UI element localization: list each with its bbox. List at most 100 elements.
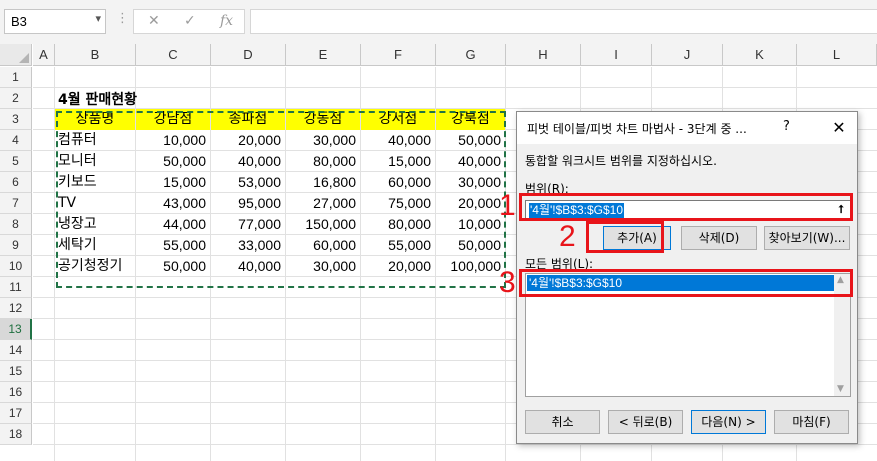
table-cell[interactable]: 100,000 bbox=[436, 256, 505, 277]
table-cell[interactable]: 키보드 bbox=[55, 172, 135, 193]
add-button[interactable]: 추가(A) bbox=[603, 226, 671, 250]
table-cell[interactable]: 송파점 bbox=[211, 109, 285, 130]
row-header[interactable]: 17 bbox=[0, 403, 32, 424]
table-cell[interactable]: 27,000 bbox=[286, 193, 360, 214]
table-cell[interactable]: 10,000 bbox=[136, 130, 210, 151]
table-cell[interactable]: 20,000 bbox=[361, 256, 435, 277]
table-cell[interactable]: 강북점 bbox=[436, 109, 505, 130]
row-header[interactable]: 11 bbox=[0, 277, 32, 298]
row-header[interactable]: 3 bbox=[0, 109, 32, 130]
table-cell[interactable]: 10,000 bbox=[436, 214, 505, 235]
row-header[interactable]: 16 bbox=[0, 382, 32, 403]
help-icon[interactable]: ? bbox=[783, 119, 790, 134]
table-cell[interactable]: 50,000 bbox=[436, 130, 505, 151]
row-header[interactable]: 6 bbox=[0, 172, 32, 193]
column-header[interactable]: B bbox=[55, 44, 136, 66]
close-icon[interactable]: ✕ bbox=[827, 116, 851, 140]
list-item[interactable]: '4월'!$B$3:$G$10 bbox=[527, 275, 835, 291]
table-cell[interactable]: 모니터 bbox=[55, 151, 135, 172]
name-box[interactable]: B3 ▾ bbox=[4, 9, 106, 34]
column-header[interactable]: E bbox=[286, 44, 361, 66]
table-cell[interactable]: 20,000 bbox=[436, 193, 505, 214]
column-header[interactable]: J bbox=[652, 44, 723, 66]
table-cell[interactable]: 60,000 bbox=[286, 235, 360, 256]
table-cell[interactable]: 강서점 bbox=[361, 109, 435, 130]
row-header[interactable]: 14 bbox=[0, 340, 32, 361]
table-cell[interactable]: 20,000 bbox=[211, 130, 285, 151]
row-header[interactable]: 12 bbox=[0, 298, 32, 319]
column-header[interactable]: A bbox=[33, 44, 55, 66]
browse-button[interactable]: 찾아보기(W)... bbox=[764, 226, 850, 250]
column-header[interactable]: F bbox=[361, 44, 436, 66]
table-cell[interactable]: 50,000 bbox=[436, 235, 505, 256]
scroll-down-icon[interactable]: ▼ bbox=[837, 384, 844, 394]
row-header[interactable]: 8 bbox=[0, 214, 32, 235]
dialog-titlebar[interactable]: 피벗 테이블/피벗 차트 마법사 - 3단계 중 ... ? ✕ bbox=[517, 112, 857, 144]
next-button[interactable]: 다음(N) > bbox=[691, 410, 766, 434]
table-cell[interactable]: 60,000 bbox=[361, 172, 435, 193]
formula-input[interactable] bbox=[250, 9, 877, 34]
table-cell[interactable]: 44,000 bbox=[136, 214, 210, 235]
scrollbar[interactable]: ▲ ▼ bbox=[834, 274, 850, 396]
table-cell[interactable]: 컴퓨터 bbox=[55, 130, 135, 151]
table-cell[interactable]: 30,000 bbox=[286, 130, 360, 151]
column-header[interactable]: G bbox=[436, 44, 506, 66]
table-cell[interactable]: 150,000 bbox=[286, 214, 360, 235]
column-header[interactable]: I bbox=[581, 44, 652, 66]
row-header[interactable]: 7 bbox=[0, 193, 32, 214]
table-cell[interactable]: 40,000 bbox=[436, 151, 505, 172]
table-cell[interactable]: 15,000 bbox=[361, 151, 435, 172]
table-cell[interactable]: 33,000 bbox=[211, 235, 285, 256]
table-cell[interactable]: 80,000 bbox=[361, 214, 435, 235]
row-header[interactable]: 4 bbox=[0, 130, 32, 151]
scroll-up-icon[interactable]: ▲ bbox=[837, 275, 844, 285]
table-cell[interactable]: 30,000 bbox=[436, 172, 505, 193]
table-cell[interactable]: 40,000 bbox=[211, 256, 285, 277]
back-button[interactable]: < 뒤로(B) bbox=[608, 410, 683, 434]
column-header[interactable]: H bbox=[506, 44, 581, 66]
enter-icon[interactable]: ✓ bbox=[184, 13, 196, 29]
select-all-corner[interactable] bbox=[0, 44, 32, 66]
chevron-down-icon[interactable]: ▾ bbox=[95, 12, 101, 25]
table-cell[interactable]: 상품명 bbox=[55, 109, 135, 130]
table-cell[interactable]: 50,000 bbox=[136, 151, 210, 172]
table-cell[interactable]: 강남점 bbox=[136, 109, 210, 130]
row-header[interactable]: 10 bbox=[0, 256, 32, 277]
table-cell[interactable]: 40,000 bbox=[361, 130, 435, 151]
table-cell[interactable]: 세탁기 bbox=[55, 235, 135, 256]
cancel-icon[interactable]: ✕ bbox=[148, 13, 160, 29]
table-cell[interactable]: 53,000 bbox=[211, 172, 285, 193]
finish-button[interactable]: 마침(F) bbox=[774, 410, 849, 434]
table-cell[interactable]: 강동점 bbox=[286, 109, 360, 130]
table-cell[interactable]: TV bbox=[55, 193, 135, 214]
table-cell[interactable]: 43,000 bbox=[136, 193, 210, 214]
row-header[interactable]: 9 bbox=[0, 235, 32, 256]
table-cell[interactable]: 15,000 bbox=[136, 172, 210, 193]
column-header[interactable]: L bbox=[797, 44, 877, 66]
range-input[interactable]: '4월'!$B$3:$G$10 ⭡ bbox=[525, 200, 851, 220]
table-cell[interactable]: 95,000 bbox=[211, 193, 285, 214]
table-cell[interactable]: 40,000 bbox=[211, 151, 285, 172]
cancel-button[interactable]: 취소 bbox=[525, 410, 600, 434]
collapse-dialog-icon[interactable]: ⭡ bbox=[833, 202, 849, 218]
column-header[interactable]: C bbox=[136, 44, 211, 66]
row-header[interactable]: 15 bbox=[0, 361, 32, 382]
column-header[interactable]: D bbox=[211, 44, 286, 66]
insert-function-icon[interactable]: fx bbox=[220, 13, 233, 29]
table-cell[interactable]: 75,000 bbox=[361, 193, 435, 214]
row-header[interactable]: 2 bbox=[0, 88, 32, 109]
sheet-title[interactable]: 4월 판매현황 bbox=[58, 90, 137, 111]
table-cell[interactable]: 50,000 bbox=[136, 256, 210, 277]
row-header[interactable]: 1 bbox=[0, 67, 32, 88]
table-cell[interactable]: 30,000 bbox=[286, 256, 360, 277]
all-ranges-list[interactable]: '4월'!$B$3:$G$10 ▲ ▼ bbox=[525, 273, 851, 397]
row-header[interactable]: 18 bbox=[0, 424, 32, 445]
table-cell[interactable]: 55,000 bbox=[136, 235, 210, 256]
table-cell[interactable]: 77,000 bbox=[211, 214, 285, 235]
row-header[interactable]: 13 bbox=[0, 319, 32, 340]
row-header[interactable]: 5 bbox=[0, 151, 32, 172]
table-cell[interactable]: 55,000 bbox=[361, 235, 435, 256]
table-cell[interactable]: 16,800 bbox=[286, 172, 360, 193]
table-cell[interactable]: 냉장고 bbox=[55, 214, 135, 235]
column-header[interactable]: K bbox=[723, 44, 797, 66]
